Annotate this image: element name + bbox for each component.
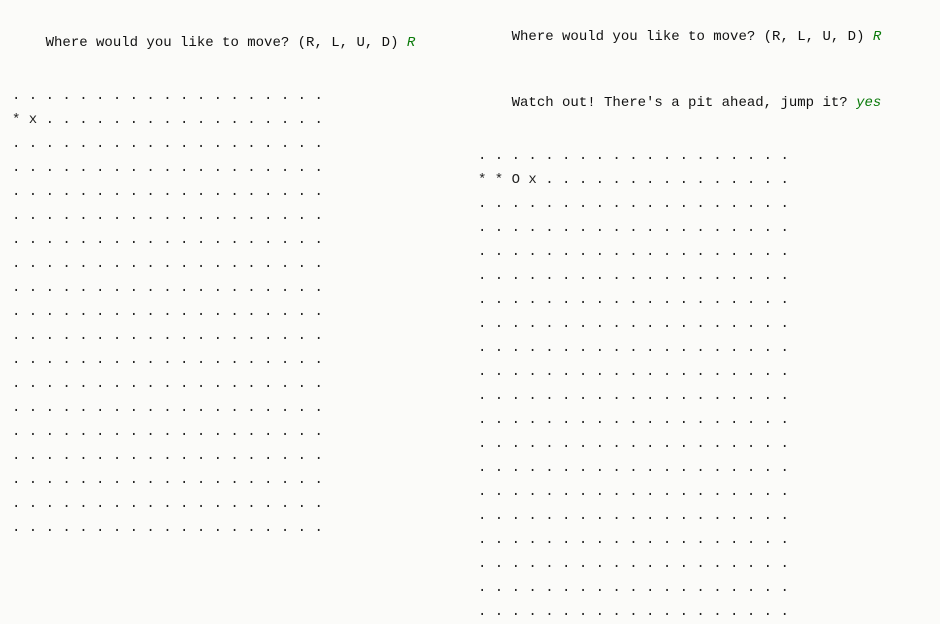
grid-row: . . . . . . . . . . . . . . . . . . . (12, 180, 458, 204)
grid-row: . . . . . . . . . . . . . . . . . . . (478, 600, 928, 624)
prompt-line-0: Where would you like to move? (R, L, U, … (12, 10, 458, 76)
grid-row: . . . . . . . . . . . . . . . . . . . (12, 396, 458, 420)
grid-row: * * O x . . . . . . . . . . . . . . . (478, 168, 928, 192)
grid-row: . . . . . . . . . . . . . . . . . . . (12, 276, 458, 300)
grid-row: . . . . . . . . . . . . . . . . . . . (478, 264, 928, 288)
prompt-answer[interactable]: yes (856, 95, 881, 111)
grid-row: . . . . . . . . . . . . . . . . . . . (478, 432, 928, 456)
grid-row: . . . . . . . . . . . . . . . . . . . (478, 360, 928, 384)
grid-row: . . . . . . . . . . . . . . . . . . . (12, 228, 458, 252)
grid-row: . . . . . . . . . . . . . . . . . . . (478, 288, 928, 312)
grid-row: . . . . . . . . . . . . . . . . . . . (478, 480, 928, 504)
grid-row: . . . . . . . . . . . . . . . . . . . (12, 156, 458, 180)
grid-row: . . . . . . . . . . . . . . . . . . . (478, 336, 928, 360)
grid-row: . . . . . . . . . . . . . . . . . . . (12, 204, 458, 228)
right-panel: Where would you like to move? (R, L, U, … (470, 0, 940, 518)
prompt-answer[interactable]: R (407, 35, 415, 51)
grid-row: . . . . . . . . . . . . . . . . . . . (12, 300, 458, 324)
grid-row: . . . . . . . . . . . . . . . . . . . (12, 420, 458, 444)
grid-row: . . . . . . . . . . . . . . . . . . . (12, 252, 458, 276)
grid-row: . . . . . . . . . . . . . . . . . . . (478, 192, 928, 216)
grid-row: . . . . . . . . . . . . . . . . . . . (12, 444, 458, 468)
prompt-answer[interactable]: R (873, 29, 881, 45)
grid-row: . . . . . . . . . . . . . . . . . . . (12, 468, 458, 492)
grid-row: . . . . . . . . . . . . . . . . . . . (478, 144, 928, 168)
prompt-text: Watch out! There's a pit ahead, jump it? (512, 95, 856, 111)
prompt-line-0: Where would you like to move? (R, L, U, … (478, 4, 928, 70)
grid-row: . . . . . . . . . . . . . . . . . . . (12, 348, 458, 372)
grid-row: . . . . . . . . . . . . . . . . . . . (478, 504, 928, 528)
grid-row: . . . . . . . . . . . . . . . . . . . (478, 552, 928, 576)
grid-row: . . . . . . . . . . . . . . . . . . . (478, 240, 928, 264)
grid-row: . . . . . . . . . . . . . . . . . . . (478, 456, 928, 480)
grid-row: . . . . . . . . . . . . . . . . . . . (12, 492, 458, 516)
left-panel: Where would you like to move? (R, L, U, … (0, 0, 470, 518)
game-grid-left: . . . . . . . . . . . . . . . . . . .* x… (12, 84, 458, 540)
grid-row: . . . . . . . . . . . . . . . . . . . (478, 384, 928, 408)
grid-row: . . . . . . . . . . . . . . . . . . . (12, 84, 458, 108)
grid-row: . . . . . . . . . . . . . . . . . . . (478, 408, 928, 432)
prompt-text: Where would you like to move? (R, L, U, … (512, 29, 873, 45)
grid-row: . . . . . . . . . . . . . . . . . . . (12, 132, 458, 156)
grid-row: . . . . . . . . . . . . . . . . . . . (478, 312, 928, 336)
grid-row: . . . . . . . . . . . . . . . . . . . (12, 372, 458, 396)
grid-row: . . . . . . . . . . . . . . . . . . . (12, 516, 458, 540)
prompt-line-1: Watch out! There's a pit ahead, jump it?… (478, 70, 928, 136)
grid-row: . . . . . . . . . . . . . . . . . . . (478, 528, 928, 552)
prompt-text: Where would you like to move? (R, L, U, … (46, 35, 407, 51)
grid-row: . . . . . . . . . . . . . . . . . . . (12, 324, 458, 348)
game-grid-right: . . . . . . . . . . . . . . . . . . .* *… (478, 144, 928, 624)
grid-row: . . . . . . . . . . . . . . . . . . . (478, 216, 928, 240)
grid-row: * x . . . . . . . . . . . . . . . . . (12, 108, 458, 132)
grid-row: . . . . . . . . . . . . . . . . . . . (478, 576, 928, 600)
